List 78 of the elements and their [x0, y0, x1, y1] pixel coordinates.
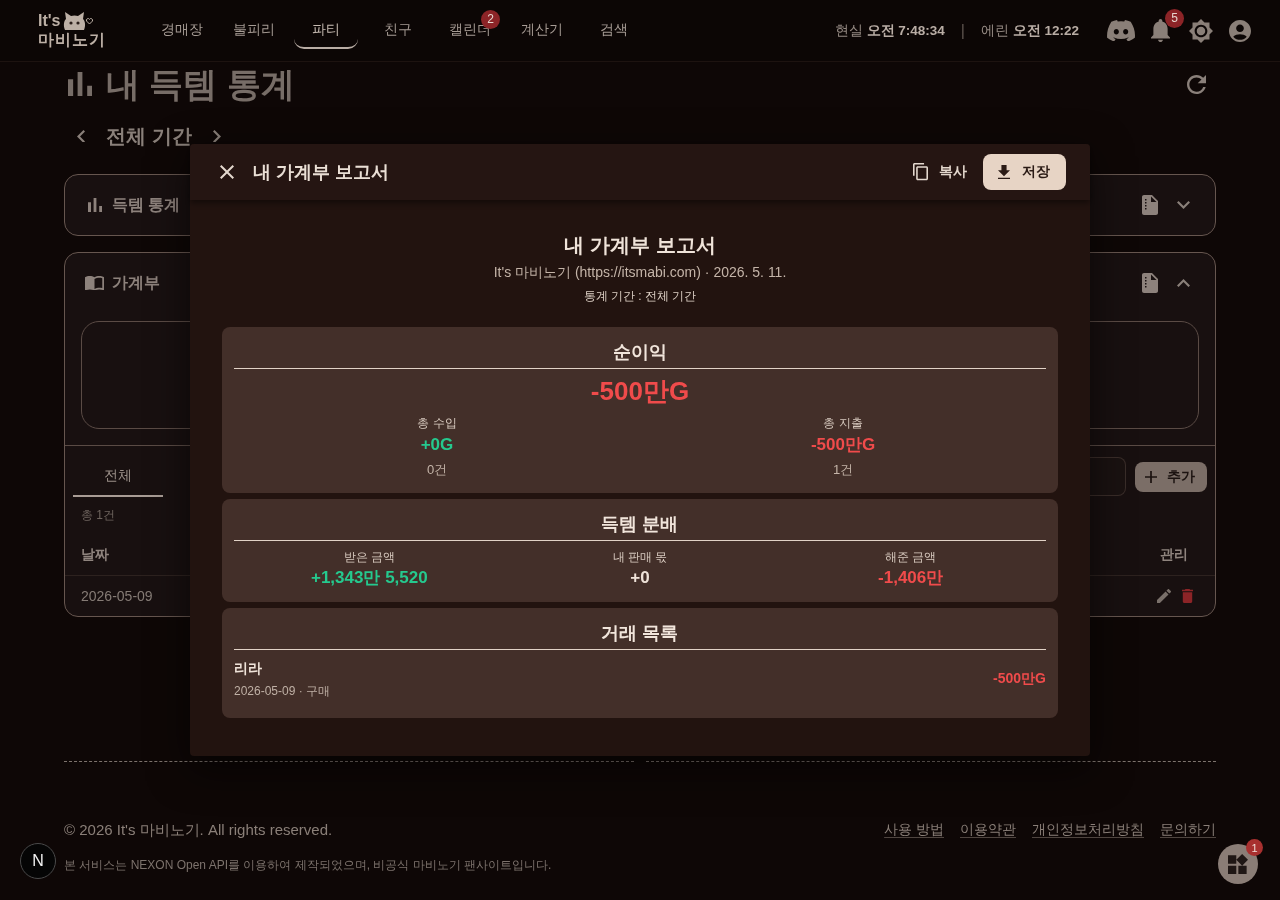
report-title: 내 가계부 보고서: [564, 233, 716, 258]
stat-value: -1,406만: [878, 567, 944, 589]
stat-label: 총 지출: [823, 415, 863, 431]
pencil-icon[interactable]: [1157, 589, 1171, 603]
refresh-icon[interactable]: [1187, 74, 1206, 94]
section-title: 순이익: [613, 341, 667, 364]
column-header: 관리: [1160, 546, 1188, 564]
nav-link[interactable]: 계산기: [510, 12, 574, 49]
card-title: 가계부: [112, 272, 160, 293]
nav-link[interactable]: 불피리: [222, 12, 286, 49]
stat-value: +0G: [420, 434, 454, 456]
transaction-name: 리라: [234, 659, 262, 678]
report-period: 통계 기간 : 전체 기간: [583, 288, 697, 304]
document-icon[interactable]: [1142, 273, 1158, 293]
period-label: 전체 기간: [106, 123, 192, 149]
account-icon[interactable]: [1229, 19, 1251, 42]
stat-label: 받은 금액: [343, 549, 395, 565]
plus-icon: [1145, 470, 1157, 483]
total-count-text: 총 1건: [81, 508, 115, 522]
search-field[interactable]: [1088, 457, 1126, 496]
count-text: 1건: [832, 461, 854, 479]
copy-button[interactable]: 복사: [905, 157, 975, 187]
net-profit-value: -500만G: [590, 375, 690, 407]
stat-value: +0: [630, 567, 650, 589]
stat-label: 내 판매 몫: [612, 549, 668, 565]
tab[interactable]: 전체: [73, 456, 163, 497]
bar-chart-icon: [68, 72, 92, 96]
nav-link[interactable]: 검색: [582, 12, 646, 49]
section-title: 거래 목록: [601, 622, 679, 645]
separator-text: |: [960, 21, 965, 40]
bar-chart-icon: [88, 198, 102, 212]
report-subtitle: It's 마비노기 (https://itsmabi.com) · 2026. 5. 11.: [493, 263, 787, 282]
widgets-button[interactable]: [1218, 844, 1258, 884]
discord-icon[interactable]: [1107, 19, 1135, 42]
document-icon[interactable]: [1142, 195, 1158, 215]
brightness-icon[interactable]: [1189, 18, 1213, 43]
close-icon[interactable]: [220, 165, 234, 179]
notification-badge: 1: [1246, 839, 1263, 856]
disclaimer-text: 본 서비스는 NEXON Open API를 이용하여 제작되었으며, 비공식 마비노기 팬사이트입니다.: [64, 857, 552, 873]
stat-value: -500만G: [810, 434, 876, 456]
notification-badge: 5: [1165, 8, 1184, 28]
count-text: 0건: [426, 461, 448, 479]
footer-link[interactable]: 개인정보처리방침: [1032, 821, 1144, 839]
dev-tools-button[interactable]: N: [20, 843, 56, 879]
chevron-right-icon[interactable]: [212, 129, 221, 143]
nav-link[interactable]: 경매장: [150, 12, 214, 49]
stat-label: 해준 금액: [885, 549, 937, 565]
footer-link[interactable]: 문의하기: [1160, 821, 1216, 839]
stat-label: 총 수입: [417, 415, 457, 431]
stat-value: +1,343만 5,520: [310, 567, 428, 589]
add-button[interactable]: 추가: [1135, 461, 1207, 492]
logo-text[interactable]: 마비노기: [38, 30, 106, 49]
copy-icon: [913, 163, 928, 181]
notifications-icon[interactable]: [1151, 18, 1170, 43]
footer-link[interactable]: 이용약관: [960, 821, 1016, 839]
widgets-icon: [1228, 854, 1248, 874]
dialog-title: 내 가계부 보고서: [253, 161, 389, 184]
section-title: 득템 분배: [601, 513, 679, 536]
nav-link[interactable]: 파티: [294, 12, 358, 49]
logo-text[interactable]: It's: [38, 12, 61, 30]
page-title: 내 득템 통계: [106, 64, 295, 105]
nav-link[interactable]: 친구: [366, 12, 430, 49]
download-icon: [998, 164, 1010, 180]
cat-icon[interactable]: [63, 12, 94, 30]
card-title: 득템 통계: [112, 194, 181, 215]
chevron-down-icon[interactable]: [1177, 201, 1190, 209]
chevron-up-icon[interactable]: [1177, 279, 1190, 287]
table-cell: 2026-05-09: [81, 588, 153, 604]
column-header: 날짜: [81, 546, 109, 564]
clock-text: 현실 오전 7:48:34: [834, 21, 945, 40]
open-book-icon: [85, 275, 104, 291]
transaction-meta: 2026-05-09 · 구매: [234, 683, 331, 699]
footer-link[interactable]: 사용 방법: [884, 821, 944, 839]
save-button[interactable]: 저장: [983, 154, 1066, 190]
transaction-amount: -500만G: [993, 669, 1046, 688]
copyright-text: © 2026 It's 마비노기. All rights reserved.: [64, 821, 333, 839]
clock-text: 에린 오전 12:22: [980, 21, 1079, 40]
chevron-left-icon[interactable]: [77, 129, 85, 143]
